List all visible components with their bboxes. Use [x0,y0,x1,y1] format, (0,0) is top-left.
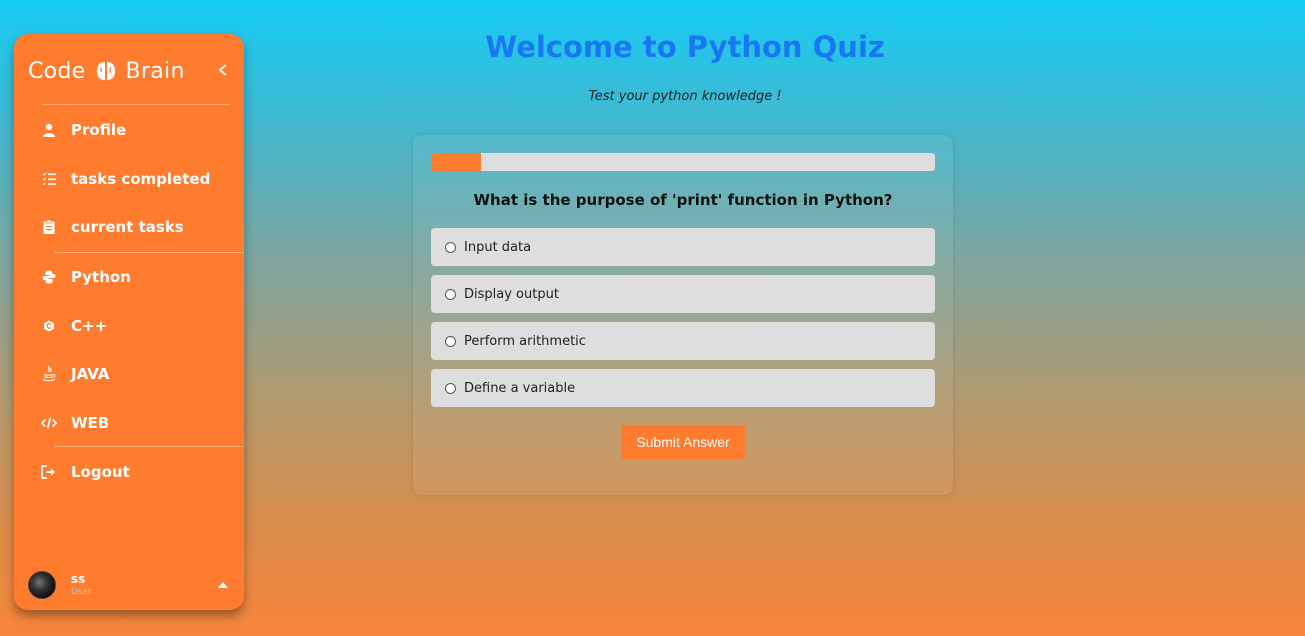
brand-name-right: Brain [125,58,185,84]
sidebar-item-label: current tasks [71,218,184,236]
divider [54,252,244,253]
user-role: User [71,587,92,597]
answer-option-label: Input data [464,239,532,255]
sidebar-item-logout[interactable]: Logout [14,454,244,490]
user-menu-toggle[interactable] [216,578,230,592]
avatar [28,571,56,599]
radio-button[interactable] [445,382,456,394]
answer-option-label: Define a variable [464,380,576,396]
page-subtitle: Test your python knowledge ! [588,89,782,104]
quiz-question: What is the purpose of 'print' function … [473,191,893,209]
page-title: Welcome to Python Quiz [485,30,885,64]
caret-up-icon [218,582,228,588]
answer-option[interactable]: Display output [431,275,935,313]
quiz-card: What is the purpose of 'print' function … [413,135,953,495]
collapse-sidebar-button[interactable] [216,62,230,78]
sidebar-item-label: Profile [71,121,127,139]
divider [54,446,244,447]
answer-option-label: Perform arithmetic [464,333,586,349]
sidebar-item-label: Python [71,268,131,286]
cpp-icon [41,318,57,334]
sidebar-item-python[interactable]: Python [14,259,244,295]
quiz-progress-bar [431,153,935,171]
sidebar: Code Brain Profile tasks completed curre… [14,34,244,610]
code-icon [41,415,57,431]
radio-button[interactable] [445,335,456,347]
brand-logo: Code Brain [28,58,185,84]
sidebar-item-profile[interactable]: Profile [14,112,244,148]
sidebar-item-web[interactable]: WEB [14,405,244,441]
divider [42,104,230,105]
brain-icon [96,61,116,81]
sidebar-item-label: C++ [71,317,108,335]
python-icon [41,269,57,285]
sidebar-item-label: Logout [71,463,130,481]
user-profile[interactable]: ss User [28,570,230,600]
sidebar-item-current-tasks[interactable]: current tasks [14,209,244,245]
list-check-icon [41,171,57,187]
sidebar-item-tasks-completed[interactable]: tasks completed [14,161,244,197]
sidebar-item-label: WEB [71,414,110,432]
answer-option[interactable]: Define a variable [431,369,935,407]
answer-option[interactable]: Input data [431,228,935,266]
radio-button[interactable] [445,241,456,253]
user-name: ss [71,572,86,586]
answer-option-label: Display output [464,286,559,302]
radio-button[interactable] [445,288,456,300]
sidebar-item-label: tasks completed [71,170,211,188]
sidebar-item-cpp[interactable]: C++ [14,308,244,344]
chevron-left-icon [218,64,227,76]
brand-name-left: Code [28,58,86,84]
user-icon [41,122,57,138]
submit-answer-button[interactable]: Submit Answer [621,425,745,459]
logout-icon [41,464,57,480]
java-icon [41,365,57,382]
sidebar-item-java[interactable]: JAVA [14,356,244,392]
sidebar-item-label: JAVA [71,365,110,383]
quiz-progress-fill [431,153,482,171]
answer-option[interactable]: Perform arithmetic [431,322,935,360]
clipboard-icon [41,219,57,235]
